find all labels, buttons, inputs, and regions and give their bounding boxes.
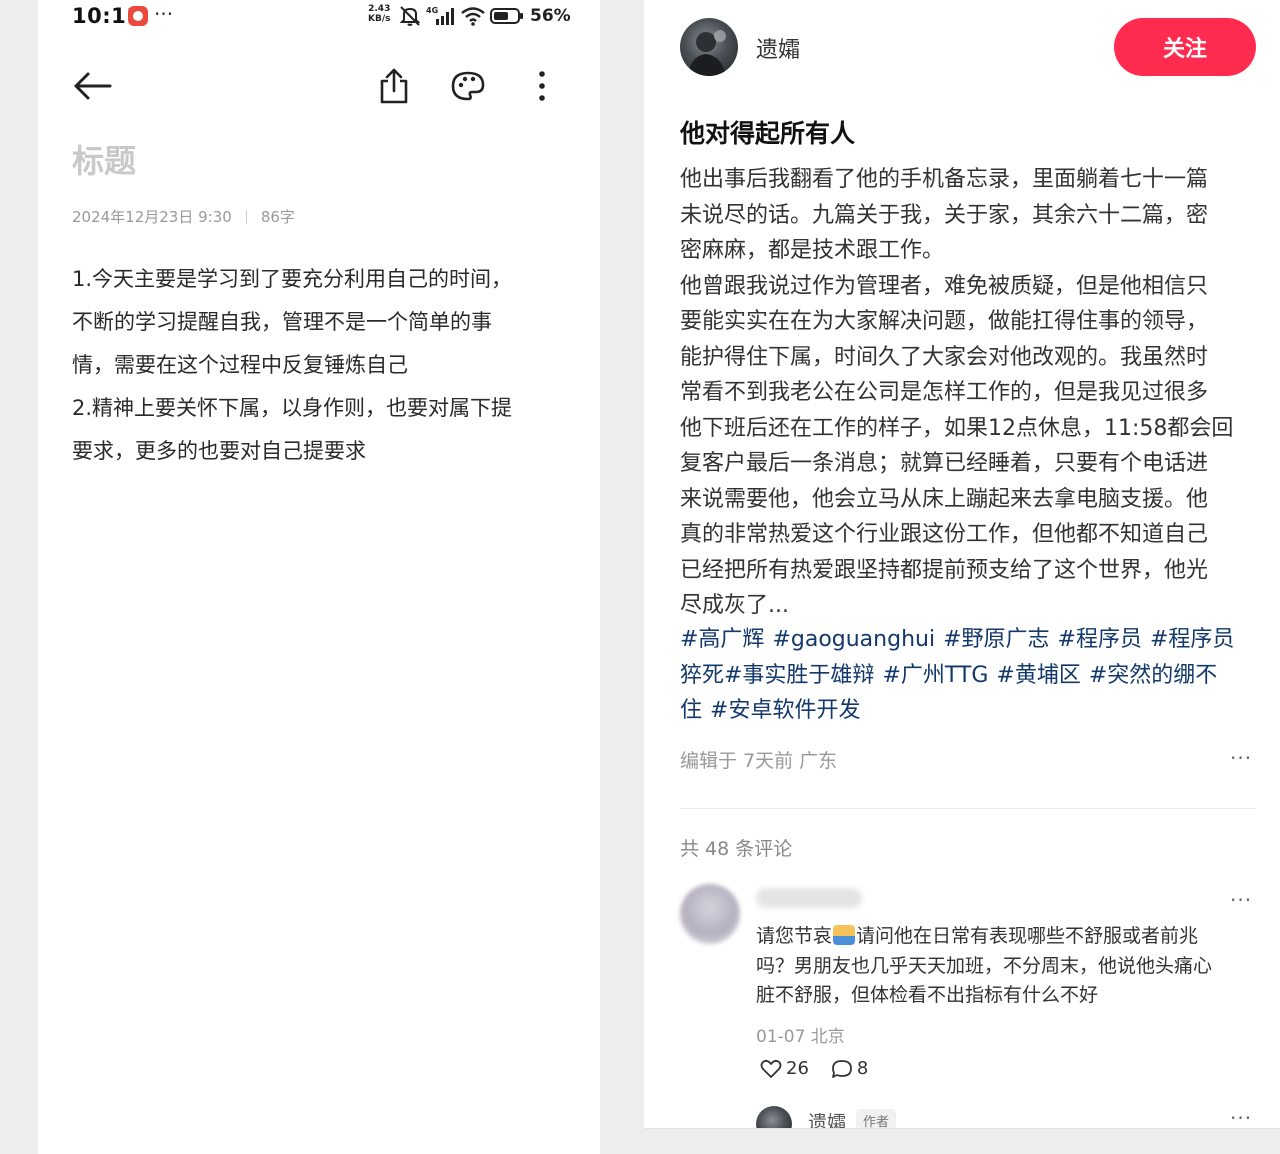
back-button[interactable] — [70, 64, 114, 108]
comments-count: 共 48 条评论 — [680, 838, 793, 860]
more-vertical-icon — [539, 71, 545, 101]
battery-percent: 56% — [530, 6, 571, 26]
battery-icon — [490, 8, 523, 24]
commenter-avatar[interactable] — [680, 884, 740, 944]
like-count: 26 — [786, 1058, 809, 1079]
meta-divider — [245, 209, 247, 224]
note-line: 情，需要在这个过程中反复锤炼自己 — [72, 353, 408, 377]
hashtag-link[interactable]: #程序员 — [1058, 627, 1142, 652]
hashtag-line: 住 #安卓软件开发 — [680, 693, 1260, 729]
comment-line: 吗？男朋友也几乎天天加班，不分周末，他说他头痛心 — [756, 954, 1213, 977]
hashtag-line: 猝死#事实胜于雄辩 #广州TTG #黄埔区 #突然的绷不 — [680, 658, 1260, 694]
reply-more-button[interactable]: ··· — [1230, 1106, 1252, 1130]
arrow-left-icon — [74, 72, 112, 100]
hashtag-link[interactable]: #广州TTG — [882, 663, 988, 688]
post-body-line: 要能实实在在为大家解决问题，做能扛得住事的领导， — [680, 309, 1209, 334]
network-type-label: 4G — [426, 6, 438, 15]
author-avatar[interactable] — [680, 18, 738, 76]
note-date: 2024年12月23日 9:30 — [72, 208, 232, 226]
comment-meta: 01-07 北京 — [756, 1027, 845, 1047]
post-more-button[interactable]: ··· — [1230, 746, 1252, 770]
hashtag-link[interactable]: #程序员 — [1150, 627, 1234, 652]
note-title-input[interactable]: 标题 — [72, 136, 136, 182]
more-options-button[interactable] — [520, 64, 564, 108]
avatar-portrait-icon — [688, 30, 726, 76]
comment-text-start: 请您节哀 — [756, 925, 833, 947]
post-body-line: 常看不到我老公在公司是怎样工作的，但是我见过很多 — [680, 380, 1209, 405]
comment-line: 请您节哀 请问他在日常有表现哪些不舒服或者前兆 — [756, 922, 1256, 952]
background-strip — [644, 1129, 1280, 1154]
post-body-line: 复客户最后一条消息；就算已经睡着，只要有个电话进 — [680, 451, 1209, 476]
hashtag-link[interactable]: #gaoguanghui — [772, 627, 935, 652]
theme-button[interactable] — [446, 64, 490, 108]
notes-app-panel: 10:11 ··· 2.43 KB/s 4G 56% 标题 2024年12月23… — [38, 0, 600, 1154]
author-name[interactable]: 遗孀 — [756, 32, 800, 64]
note-meta: 2024年12月23日 9:30 86字 — [72, 206, 295, 227]
hashtag-link[interactable]: 猝死#事实胜于雄辩 — [680, 663, 874, 688]
post-body-line: 他出事后我翻看了他的手机备忘录，里面躺着七十一篇 — [680, 167, 1209, 192]
social-post-panel: 遗孀 关注 他对得起所有人 他出事后我翻看了他的手机备忘录，里面躺着七十一篇 未… — [644, 0, 1280, 1142]
status-more-indicator: ··· — [154, 2, 174, 26]
note-line: 不断的学习提醒自我，管理不是一个简单的事 — [72, 310, 492, 334]
note-word-count: 86字 — [260, 208, 295, 226]
comment-line: 脏不舒服，但体检看不出指标有什么不好 — [756, 984, 1099, 1006]
post-edit-meta: 编辑于 7天前 广东 — [680, 750, 838, 772]
share-button[interactable] — [372, 64, 416, 108]
post-body-line: 真的非常热爱这个行业跟这份工作，但他都不知道自己 — [680, 522, 1209, 547]
hashtag-link[interactable]: 住 — [680, 698, 702, 723]
hashtag-link[interactable]: #野原广志 — [943, 627, 1049, 652]
post-body-line: 他下班后还在工作的样子，如果12点休息，11:58都会回 — [680, 415, 1234, 441]
post-body-line: 能护得住下属，时间久了大家会对他改观的。我虽然时 — [680, 344, 1209, 370]
hashtag-link[interactable]: #安卓软件开发 — [710, 698, 860, 723]
wifi-icon — [461, 7, 485, 26]
commenter-name-blurred — [756, 888, 862, 908]
hashtag-link[interactable]: #高广辉 — [680, 627, 764, 652]
heart-icon — [760, 1059, 782, 1078]
post-body-line: 他曾跟我说过作为管理者，难免被质疑，但是他相信只 — [680, 273, 1209, 299]
post-body-line: 密麻麻，都是技术跟工作。 — [680, 238, 945, 263]
net-speed-value: 2.43 — [368, 4, 391, 14]
share-icon — [380, 68, 408, 104]
hashtag-line: #高广辉 #gaoguanghui #野原广志 #程序员 #程序员 — [680, 622, 1260, 658]
note-body-editor[interactable]: 1.今天主要是学习到了要充分利用自己的时间， 不断的学习提醒自我，管理不是一个简… — [72, 258, 572, 473]
notification-app-icon — [128, 6, 148, 26]
post-body-line: 未说尽的话。九篇关于我，关于家，其余六十二篇，密 — [680, 202, 1209, 228]
post-title: 他对得起所有人 — [680, 119, 856, 148]
reply-count: 8 — [856, 1058, 869, 1079]
follow-button[interactable]: 关注 — [1114, 18, 1256, 76]
note-line: 2.精神上要关怀下属，以身作则，也要对属下提 — [72, 396, 513, 420]
status-icons: 4G — [398, 5, 524, 27]
post-body-line: 来说需要他，他会立马从床上蹦起来去拿电脑支援。他 — [680, 486, 1209, 512]
comment-bubble-icon — [832, 1059, 852, 1078]
net-speed: 2.43 KB/s — [368, 4, 390, 24]
divider — [680, 808, 1256, 809]
like-button[interactable]: 26 — [760, 1058, 809, 1079]
mute-bell-icon — [399, 6, 421, 26]
comment-actions: 26 8 — [760, 1058, 890, 1079]
note-line: 1.今天主要是学习到了要充分利用自己的时间， — [72, 267, 513, 291]
palette-icon — [451, 71, 485, 101]
reply-button[interactable]: 8 — [831, 1058, 868, 1079]
post-body: 他出事后我翻看了他的手机备忘录，里面躺着七十一篇 未说尽的话。九篇关于我，关于家… — [680, 162, 1260, 624]
note-line: 要求，更多的也要对自己提要求 — [72, 439, 366, 463]
signal-4g-icon: 4G — [426, 6, 454, 25]
status-bar: 10:11 ··· 2.43 KB/s 4G 56% — [38, 0, 600, 36]
comment-text: 请您节哀 请问他在日常有表现哪些不舒服或者前兆 吗？男朋友也几乎天天加班，不分周末… — [756, 922, 1256, 1011]
comment-more-button[interactable]: ··· — [1230, 888, 1252, 912]
net-speed-unit: KB/s — [368, 14, 391, 24]
comment-text-continued: 请问他在日常有表现哪些不舒服或者前兆 — [856, 925, 1199, 947]
hashtag-link[interactable]: #突然的绷不 — [1089, 663, 1217, 688]
sad-emoji-icon — [833, 925, 856, 945]
post-body-line: 已经把所有热爱跟坚持都提前预支给了这个世界，他光 — [680, 557, 1209, 583]
post-hashtags: #高广辉 #gaoguanghui #野原广志 #程序员 #程序员 猝死#事实胜于雄辩 #… — [680, 622, 1260, 729]
post-body-line: 尽成灰了... — [680, 593, 789, 618]
note-toolbar — [38, 58, 600, 118]
hashtag-link[interactable]: #黄埔区 — [996, 663, 1080, 688]
